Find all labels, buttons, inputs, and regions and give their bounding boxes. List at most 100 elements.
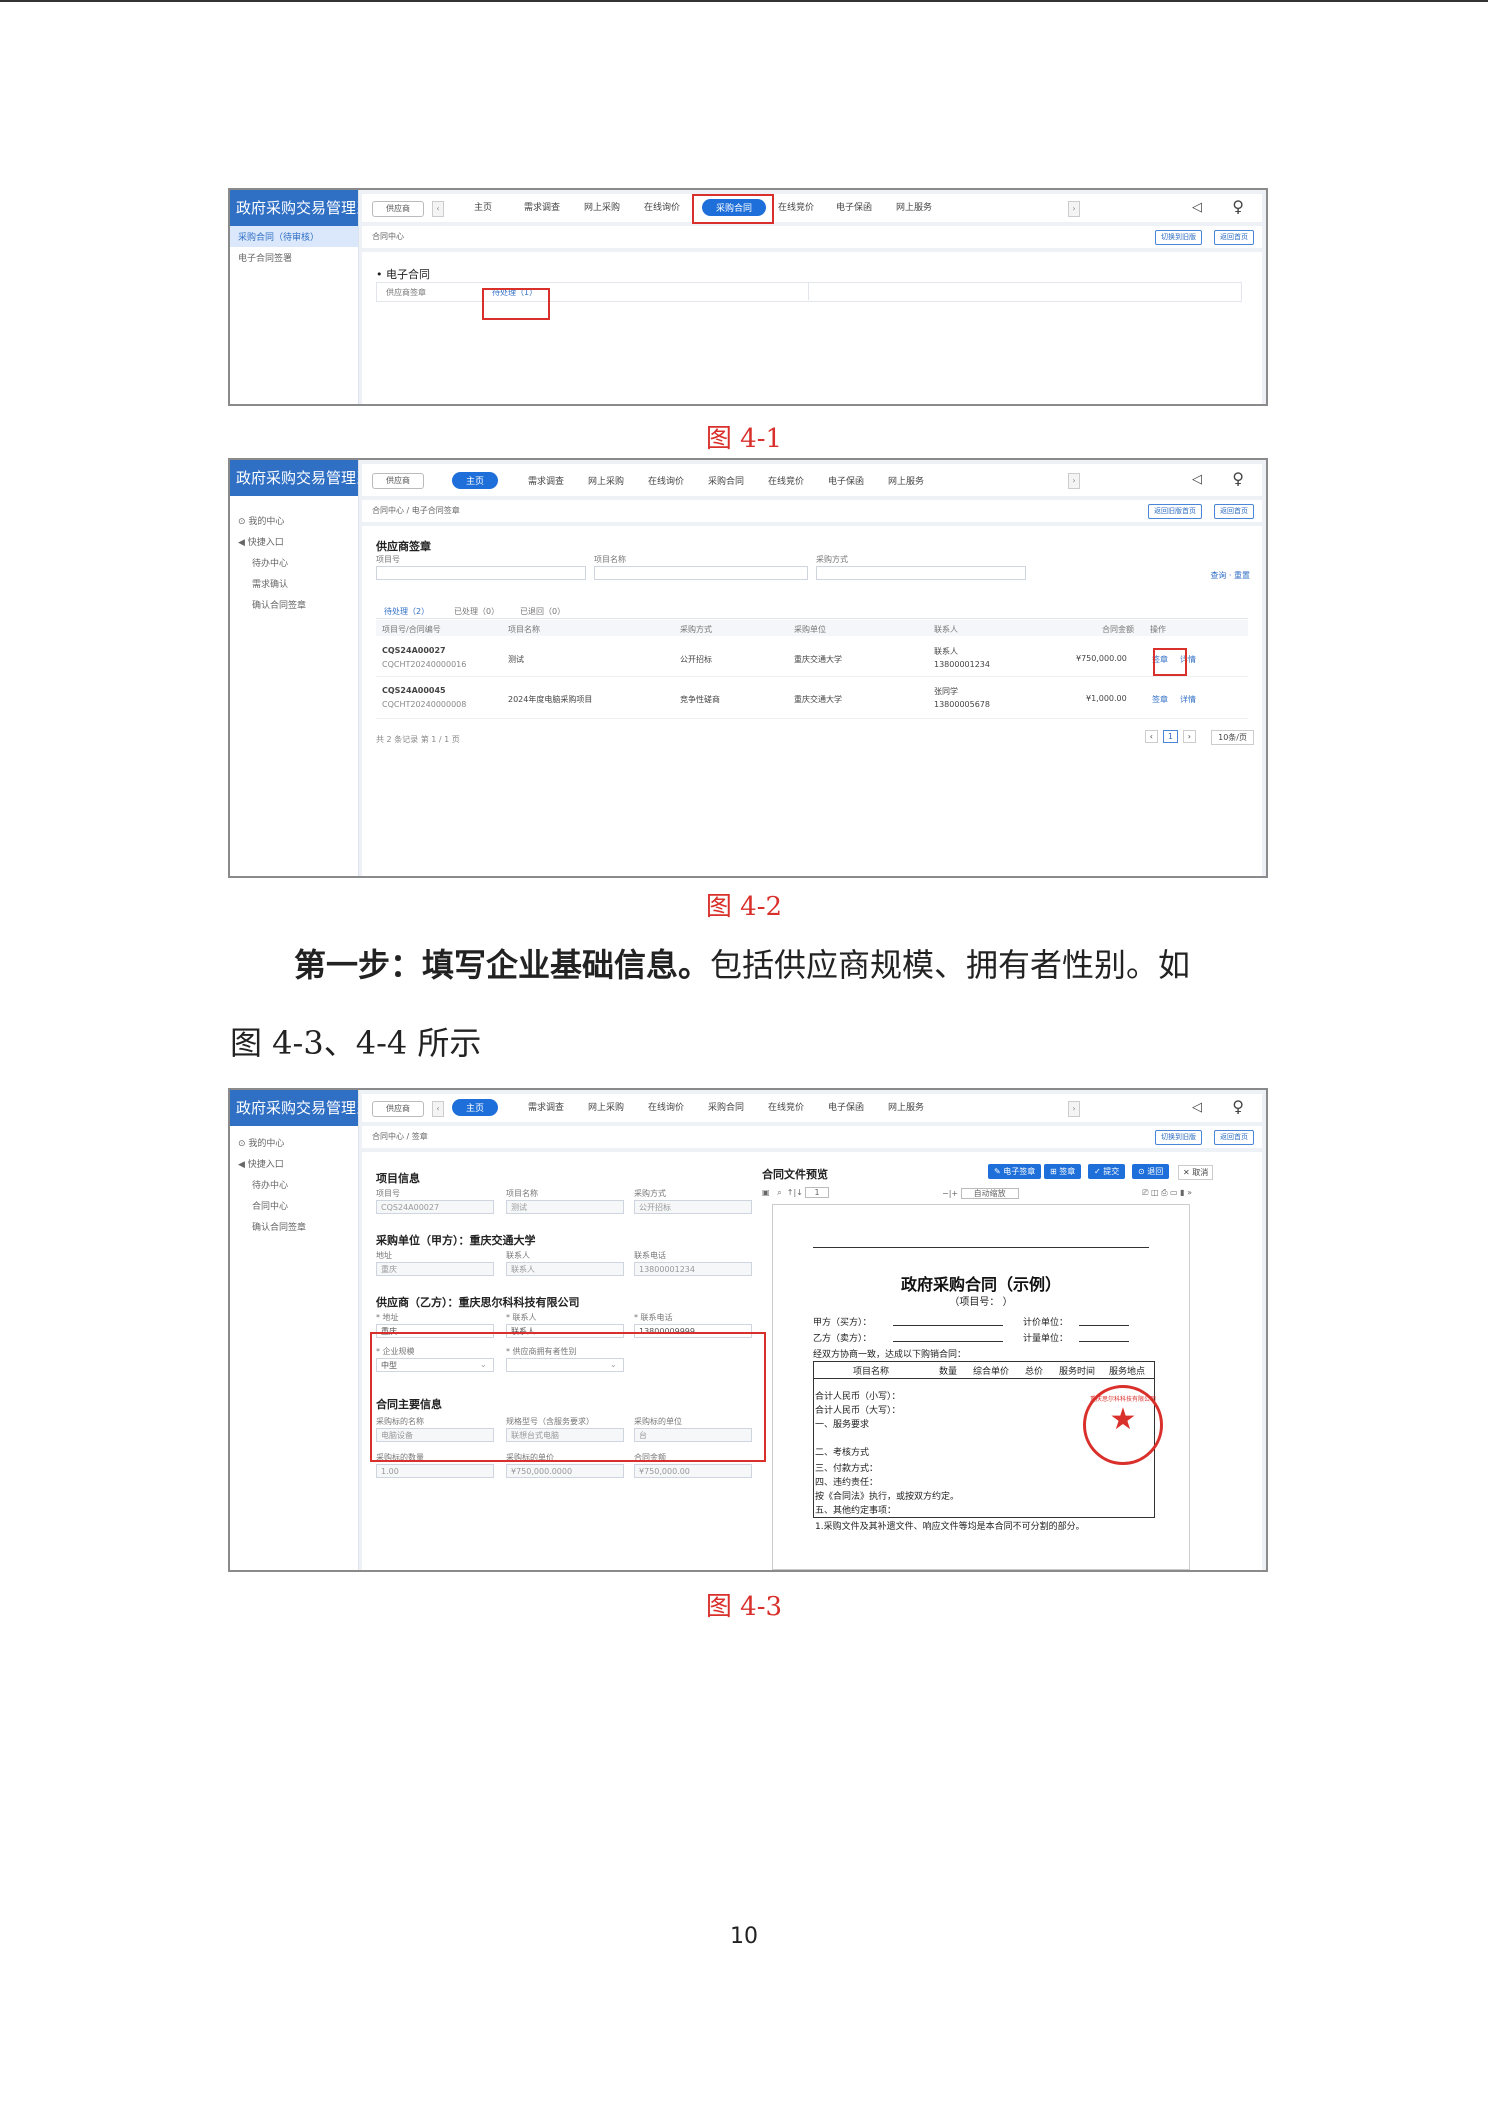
th-project-name: 项目名称 <box>508 625 540 634</box>
switch-old-button[interactable]: 切换到旧版 <box>1155 1130 1202 1145</box>
sidebar-item-contract-center[interactable]: 合同中心 <box>230 1195 358 1216</box>
print-icon[interactable]: ⎙ <box>1161 1188 1167 1197</box>
home-button[interactable]: 返回首页 <box>1214 1130 1254 1145</box>
nav-online-purchase[interactable]: 网上采购 <box>588 1100 624 1113</box>
filter-project-no-input[interactable] <box>376 566 586 580</box>
user-avatar-icon[interactable]: ♀ <box>1232 1097 1244 1116</box>
tab-pending[interactable]: 待处理（2） <box>384 606 429 617</box>
return-button[interactable]: ⊙ 退回 <box>1132 1164 1170 1179</box>
nav-inquiry[interactable]: 在线询价 <box>648 1100 684 1113</box>
bell-icon[interactable]: ◁ <box>1192 472 1202 487</box>
nav-next-button[interactable]: › <box>1068 201 1080 217</box>
nav-inquiry[interactable]: 在线询价 <box>644 200 680 213</box>
switch-old-button[interactable]: 返回旧版首页 <box>1148 504 1202 519</box>
e-sign-button[interactable]: ✎ 电子签章 <box>988 1164 1042 1179</box>
home-button[interactable]: 返回首页 <box>1214 504 1254 519</box>
page-size-select[interactable]: 10条/页 <box>1211 730 1254 745</box>
user-avatar-icon[interactable]: ♀ <box>1232 197 1244 216</box>
page-number-input[interactable]: 1 <box>805 1187 829 1198</box>
th-amount: 合同金额 <box>1102 625 1134 634</box>
filter-method-input[interactable] <box>816 566 1026 580</box>
th-project-no: 项目号/合同编号 <box>382 625 441 634</box>
download-icon[interactable]: ▭ <box>1170 1188 1178 1197</box>
nav-guarantee[interactable]: 电子保函 <box>836 200 872 213</box>
row-divider <box>808 282 809 300</box>
home-button[interactable]: 返回首页 <box>1214 230 1254 245</box>
sidebar: 政府采购交易管理系统 采购合同（待审核） 电子合同签署 <box>230 190 359 404</box>
more-tools-icon[interactable]: » <box>1187 1188 1192 1197</box>
user-avatar-icon[interactable]: ♀ <box>1232 469 1244 488</box>
switch-old-button[interactable]: 切换到旧版 <box>1155 230 1202 245</box>
nav-prev-button[interactable]: ‹ <box>432 201 444 217</box>
sidebar-item-my-center[interactable]: ⊙ 我的中心 <box>230 510 358 531</box>
nav-demand[interactable]: 需求调查 <box>528 1100 564 1113</box>
sidebar-item-demand-confirm[interactable]: 需求确认 <box>230 573 358 594</box>
sign-button[interactable]: ⊞ 签章 <box>1044 1164 1082 1179</box>
zoom-out-icon[interactable]: − <box>942 1189 949 1198</box>
bell-icon[interactable]: ◁ <box>1192 1100 1202 1115</box>
nav-bidding[interactable]: 在线竞价 <box>768 1100 804 1113</box>
highlight-pending <box>482 288 550 320</box>
bell-icon[interactable]: ◁ <box>1192 200 1202 215</box>
search-reset-links[interactable]: 查询 · 重置 <box>1210 570 1250 581</box>
system-logo: 政府采购交易管理系统 <box>230 1090 358 1126</box>
nav-guarantee[interactable]: 电子保函 <box>828 474 864 487</box>
nav-next-button[interactable]: › <box>1068 473 1080 489</box>
row2-sign-link[interactable]: 签章 <box>1152 694 1168 705</box>
nav-demand[interactable]: 需求调查 <box>524 200 560 213</box>
zoom-in-icon[interactable]: + <box>951 1189 958 1198</box>
bookmark-icon[interactable]: ▮ <box>1180 1188 1184 1197</box>
open-icon[interactable]: ◫ <box>1151 1188 1159 1197</box>
nav-contract[interactable]: 采购合同 <box>708 474 744 487</box>
quantity-field: 1.00 <box>376 1464 494 1478</box>
nav-next-button[interactable]: › <box>1068 1101 1080 1117</box>
nav-home-active[interactable]: 主页 <box>452 1099 499 1116</box>
nav-inquiry[interactable]: 在线询价 <box>648 474 684 487</box>
supplier-address-label: * 地址 <box>376 1313 399 1322</box>
nav-guarantee[interactable]: 电子保函 <box>828 1100 864 1113</box>
nav-online-purchase[interactable]: 网上采购 <box>584 200 620 213</box>
filter-project-name-input[interactable] <box>594 566 808 580</box>
role-select[interactable]: 供应商 <box>372 201 424 217</box>
page-current[interactable]: 1 <box>1162 730 1178 743</box>
nav-home[interactable]: 主页 <box>474 200 492 213</box>
figure-4-3-screenshot: 政府采购交易管理系统 ⊙ 我的中心 ◀ 快捷入口 待办中心 合同中心 确认合同签… <box>228 1088 1268 1572</box>
nav-bidding[interactable]: 在线竞价 <box>778 200 814 213</box>
breadcrumb: 合同中心 / 签章 <box>362 1126 1262 1148</box>
tab-processed[interactable]: 已处理（0） <box>454 606 499 617</box>
sidebar-item-e-contract[interactable]: 电子合同签署 <box>230 247 358 268</box>
sidebar-item-sign-confirm[interactable]: 确认合同签章 <box>230 1216 358 1237</box>
nav-service[interactable]: 网上服务 <box>888 474 924 487</box>
sidebar-item-todo[interactable]: 待办中心 <box>230 552 358 573</box>
sidebar-toggle-icon[interactable]: ▣ <box>762 1188 770 1197</box>
nav-service[interactable]: 网上服务 <box>888 1100 924 1113</box>
submit-button[interactable]: ✓ 提交 <box>1088 1164 1126 1179</box>
zoom-select[interactable]: 自动缩放 <box>960 1188 1019 1199</box>
sidebar-item-pending-contract[interactable]: 采购合同（待审核） <box>230 226 358 247</box>
cancel-button[interactable]: ✕ 取消 <box>1178 1165 1214 1180</box>
nav-home-active[interactable]: 主页 <box>452 472 499 489</box>
sidebar-item-todo[interactable]: 待办中心 <box>230 1174 358 1195</box>
search-icon[interactable]: ⌕ <box>777 1188 781 1197</box>
row2-detail-link[interactable]: 详情 <box>1180 694 1196 705</box>
sidebar-item-shortcuts[interactable]: ◀ 快捷入口 <box>230 1153 358 1174</box>
present-icon[interactable]: ⎚ <box>1142 1188 1148 1197</box>
system-logo: 政府采购交易管理系统 <box>230 460 358 496</box>
tab-returned[interactable]: 已退回（0） <box>520 606 565 617</box>
role-select[interactable]: 供应商 <box>372 1101 424 1117</box>
sidebar-item-sign-confirm[interactable]: 确认合同签章 <box>230 594 358 615</box>
arrow-down-icon[interactable]: ↓ <box>796 1188 803 1197</box>
nav-demand[interactable]: 需求调查 <box>528 474 564 487</box>
nav-bidding[interactable]: 在线竞价 <box>768 474 804 487</box>
nav-service[interactable]: 网上服务 <box>896 200 932 213</box>
arrow-up-icon[interactable]: ↑ <box>787 1188 794 1197</box>
role-select[interactable]: 供应商 <box>372 473 424 489</box>
doc-th-time: 服务时间 <box>1059 1367 1096 1377</box>
sidebar-item-my-center[interactable]: ⊙ 我的中心 <box>230 1132 358 1153</box>
sidebar-item-shortcuts[interactable]: ◀ 快捷入口 <box>230 531 358 552</box>
nav-contract[interactable]: 采购合同 <box>708 1100 744 1113</box>
page-prev-button[interactable]: ‹ <box>1144 730 1158 743</box>
nav-online-purchase[interactable]: 网上采购 <box>588 474 624 487</box>
nav-prev-button[interactable]: ‹ <box>432 1101 444 1117</box>
page-next-button[interactable]: › <box>1182 730 1196 743</box>
